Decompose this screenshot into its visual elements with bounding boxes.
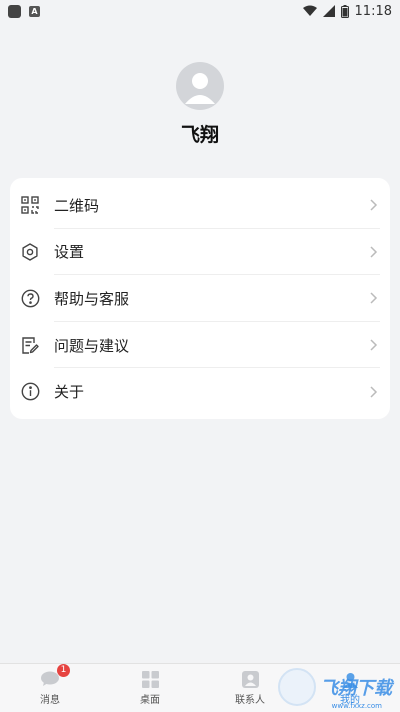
menu-item-qr-code[interactable]: 二维码: [10, 182, 390, 229]
tab-label: 桌面: [140, 695, 160, 706]
tab-label: 联系人: [235, 695, 265, 706]
menu-item-settings[interactable]: 设置: [10, 229, 390, 276]
tab-desktop[interactable]: 桌面: [100, 664, 200, 712]
user-avatar-icon: [185, 73, 215, 104]
feedback-edit-icon: [20, 335, 40, 355]
settings-menu: 二维码 设置 帮助与客服 问题与建议 关于: [10, 178, 390, 419]
qr-code-icon: [20, 195, 40, 215]
battery-icon: [340, 4, 349, 18]
clock: 11:18: [354, 3, 392, 19]
gear-icon: [20, 242, 40, 262]
menu-item-about[interactable]: 关于: [10, 368, 390, 415]
chevron-right-icon: [370, 246, 378, 258]
watermark-url: www.fxxz.com: [331, 702, 382, 710]
unread-badge: 1: [57, 664, 70, 677]
tab-messages[interactable]: 1 消息: [0, 664, 100, 712]
user-name: 飞翔: [180, 124, 219, 146]
chevron-right-icon: [370, 292, 378, 305]
menu-item-feedback[interactable]: 问题与建议: [10, 322, 390, 369]
menu-item-label: 帮助与客服: [54, 289, 130, 308]
chat-bubble-icon: 1: [40, 664, 70, 688]
avatar[interactable]: [176, 62, 224, 110]
tab-label: 消息: [40, 695, 60, 706]
contact-icon: [240, 670, 260, 688]
menu-item-help[interactable]: 帮助与客服: [10, 275, 390, 322]
signal-icon: [322, 5, 335, 17]
grid-icon: [140, 670, 160, 688]
a-notification-icon: A: [29, 5, 40, 17]
chevron-right-icon: [370, 199, 378, 211]
menu-item-label: 设置: [54, 243, 85, 262]
watermark-logo-icon: [278, 668, 316, 706]
menu-item-label: 关于: [54, 383, 85, 402]
chevron-right-icon: [370, 386, 378, 398]
menu-item-label: 二维码: [54, 196, 100, 215]
menu-item-label: 问题与建议: [54, 336, 130, 355]
watermark-text: 飞翔下载: [320, 678, 392, 699]
profile-header: 飞翔: [0, 62, 400, 147]
status-bar: A 11:18: [0, 0, 400, 22]
bottom-tab-bar: 1 消息 桌面 联系人 我的 飞翔下载 www.fxxz.com: [0, 663, 400, 712]
wifi-icon: [302, 5, 317, 16]
notification-icons: A: [8, 4, 40, 18]
site-watermark: 飞翔下载: [278, 668, 392, 706]
system-indicators: 11:18: [302, 3, 392, 19]
help-circle-icon: [20, 288, 40, 308]
app-notification-icon: [8, 4, 21, 18]
chevron-right-icon: [370, 339, 378, 351]
info-circle-icon: [20, 382, 40, 402]
